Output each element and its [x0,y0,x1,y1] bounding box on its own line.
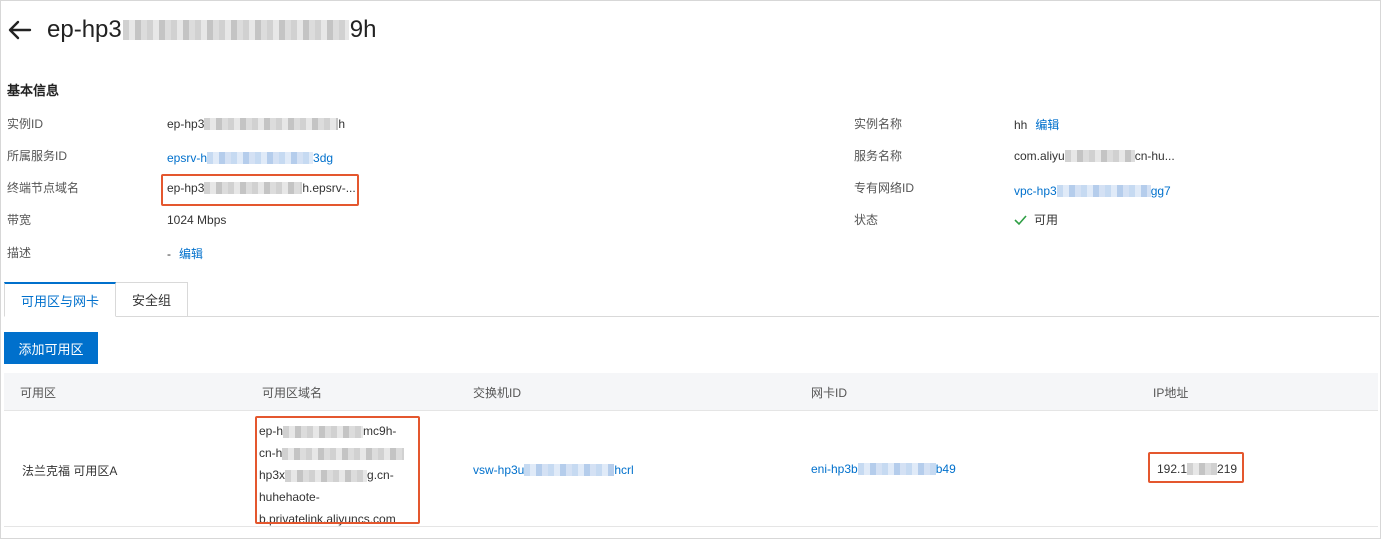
domain-line: ep-h mc9h- [259,424,397,438]
info-label-status: 状态 [854,213,879,227]
info-label-endpoint-domain: 终端节点域名 [7,181,80,195]
table-header: 可用区 可用区域名 交换机ID 网卡ID IP地址 [4,373,1378,411]
tab-security-groups[interactable]: 安全组 [116,282,189,317]
page-header: ep-hp3 9h [7,12,376,48]
service-id-link[interactable]: epsrv-h 3dg [167,149,333,167]
ip-address-cell: 192.1 219 [1157,462,1238,476]
vpc-id-link[interactable]: vpc-hp3 gg7 [1014,182,1171,200]
info-label-instance-name: 实例名称 [854,117,903,131]
info-label-service-name: 服务名称 [854,149,903,163]
redacted-mask [1064,150,1135,162]
check-icon [1014,215,1027,226]
edit-instance-name-link[interactable]: 编辑 [1035,116,1059,134]
tab-zones-and-enis[interactable]: 可用区与网卡 [4,282,117,317]
column-header-zone-domain: 可用区域名 [262,386,323,400]
redacted-mask [857,463,936,475]
redacted-mask [204,118,339,130]
info-label-vpc-id: 专有网络ID [854,181,915,195]
info-value-instance-id: ep-hp3 h [167,117,346,131]
column-header-ip-address: IP地址 [1153,386,1189,400]
redacted-mask [122,20,349,40]
redacted-mask [204,182,303,194]
info-value-bandwidth: 1024 Mbps [167,213,227,227]
column-header-eni-id: 网卡ID [811,386,848,400]
zone-domain-cell: ep-h mc9h- cn-h hp3x g.cn- huhehaote- b.pr… [259,420,405,530]
column-header-vswitch-id: 交换机ID [473,386,522,400]
domain-line: cn-h [259,442,405,464]
redacted-mask [207,152,314,164]
info-label-bandwidth: 带宽 [7,213,32,227]
edit-description-link[interactable]: 编辑 [179,245,203,263]
add-zone-button[interactable]: 添加可用区 [4,332,98,364]
info-value-endpoint-domain: ep-hp3 h.epsrv-... [167,181,356,195]
redacted-mask [1187,463,1218,475]
tab-bar: 可用区与网卡 安全组 [4,282,189,317]
domain-line: huhehaote- [259,490,320,504]
domain-line: hp3x g.cn- [259,468,394,482]
status-badge: 可用 [1014,211,1058,229]
arrow-left-icon [8,20,32,40]
column-header-zone: 可用区 [20,386,57,400]
page-title: ep-hp3 9h [47,16,377,43]
info-label-instance-id: 实例ID [7,117,44,131]
info-label-service-id: 所属服务ID [7,149,68,163]
vswitch-id-link[interactable]: vsw-hp3u hcrl [473,461,634,479]
info-value-description: - 编辑 [167,245,204,263]
domain-line: b.privatelink.aliyuncs.com [259,512,396,526]
zone-cell: 法兰克福 可用区A [22,464,118,478]
info-value-instance-name: hh 编辑 [1014,116,1060,134]
info-label-description: 描述 [7,246,32,260]
redacted-mask [524,464,615,476]
info-value-service-name: com.aliyu cn-hu... [1014,149,1175,163]
section-title-basic-info: 基本信息 [7,83,60,98]
back-button[interactable] [7,17,33,43]
tab-divider [121,316,1379,317]
redacted-mask [1056,185,1151,197]
eni-id-link[interactable]: eni-hp3b b49 [811,460,956,478]
